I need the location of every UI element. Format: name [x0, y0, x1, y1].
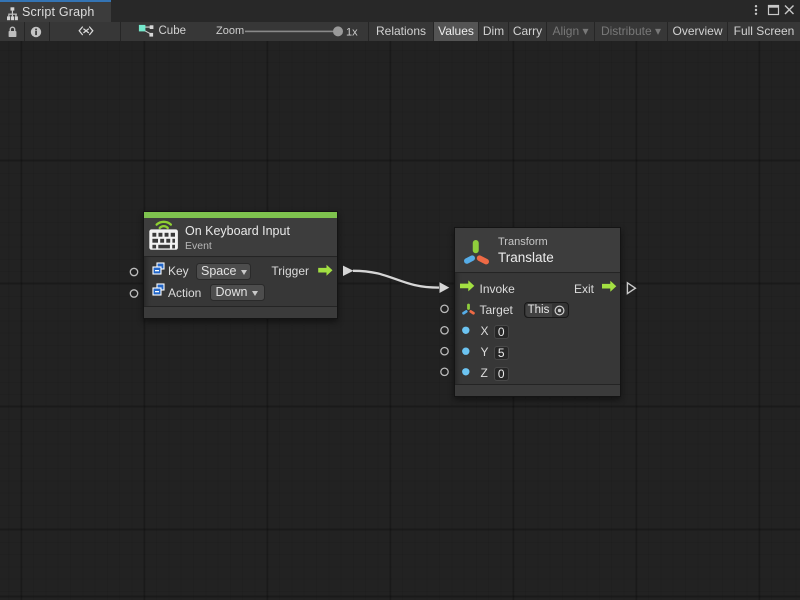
svg-text:1x: 1x	[346, 26, 358, 38]
